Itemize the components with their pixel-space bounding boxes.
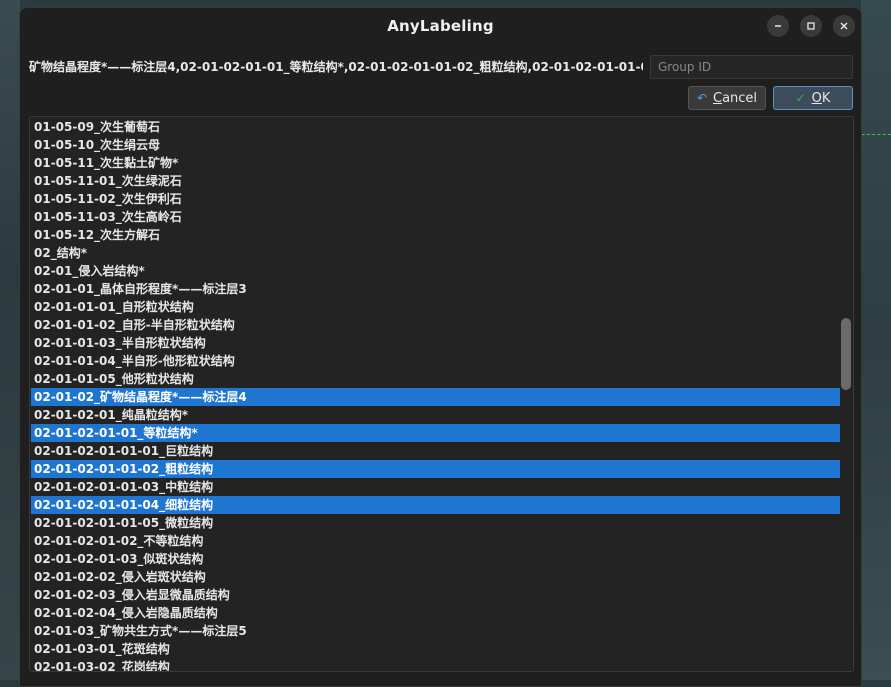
label-list-item[interactable]: 01-05-09_次生葡萄石 (31, 118, 840, 136)
close-button[interactable] (833, 15, 855, 37)
label-list-item[interactable]: 02-01-02-01-01-03_中粒结构 (31, 478, 840, 496)
label-list-items: 01-05-09_次生葡萄石 01-05-10_次生绢云母 01-05-11_次生黏… (31, 118, 840, 671)
label-list-item[interactable]: 02-01-02-01-01-02_粗粒结构 (31, 460, 840, 478)
label-list-item[interactable]: 01-05-11_次生黏土矿物* (31, 154, 840, 172)
label-list-item[interactable]: 02_结构* (31, 244, 840, 262)
undo-icon: ↶ (696, 91, 707, 105)
ok-button-label: OK (811, 90, 831, 106)
label-list-item[interactable]: 01-05-11-02_次生伊利石 (31, 190, 840, 208)
window-title: AnyLabeling (387, 17, 494, 35)
maximize-icon (807, 22, 815, 30)
label-list-item[interactable]: 02-01-01_晶体自形程度*——标注层3 (31, 280, 840, 298)
label-list-item[interactable]: 02-01-02-01-01-05_微粒结构 (31, 514, 840, 532)
label-list-item[interactable]: 02-01-03-01_花斑结构 (31, 640, 840, 658)
label-list-item[interactable]: 02-01-02-01-03_似斑状结构 (31, 550, 840, 568)
label-list-item[interactable]: 01-05-12_次生方解石 (31, 226, 840, 244)
ok-button[interactable]: ✓ OK (773, 86, 853, 110)
group-id-input[interactable]: Group ID (650, 55, 853, 79)
checkmark-icon: ✓ (795, 91, 806, 105)
background-canvas-right (861, 0, 891, 680)
cancel-button-label: Cancel (713, 90, 758, 106)
label-list-item[interactable]: 02-01_侵入岩结构* (31, 262, 840, 280)
label-list-item[interactable]: 02-01-01-05_他形粒状结构 (31, 370, 840, 388)
label-list-item[interactable]: 02-01-03-02_花岗结构 (31, 658, 840, 671)
label-list-item[interactable]: 02-01-02_矿物结晶程度*——标注层4 (31, 388, 840, 406)
label-list-item[interactable]: 02-01-02-01_纯晶粒结构* (31, 406, 840, 424)
label-dialog: AnyLabeling 矿物结晶程度*——标注层4,02-01-02-01-01… (19, 7, 862, 687)
label-list-item[interactable]: 02-01-03_矿物共生方式*——标注层5 (31, 622, 840, 640)
label-list-item[interactable]: 02-01-02-04_侵入岩隐晶质结构 (31, 604, 840, 622)
close-icon (840, 22, 848, 30)
label-list-item[interactable]: 02-01-01-01_自形粒状结构 (31, 298, 840, 316)
label-list-item[interactable]: 01-05-10_次生绢云母 (31, 136, 840, 154)
label-list-item[interactable]: 02-01-02-01-02_不等粒结构 (31, 532, 840, 550)
label-list-item[interactable]: 02-01-02-01-01-04_细粒结构 (31, 496, 840, 514)
label-list-item[interactable]: 02-01-02-01-01-01_巨粒结构 (31, 442, 840, 460)
cancel-button[interactable]: ↶ Cancel (688, 86, 766, 110)
scrollbar-thumb[interactable] (841, 318, 851, 390)
titlebar[interactable]: AnyLabeling (20, 8, 861, 44)
minimize-icon (775, 25, 781, 27)
label-list-item[interactable]: 02-01-01-02_自形-半自形粒状结构 (31, 316, 840, 334)
label-list-item[interactable]: 02-01-01-03_半自形粒状结构 (31, 334, 840, 352)
label-list-item[interactable]: 02-01-02-02_侵入岩斑状结构 (31, 568, 840, 586)
minimize-button[interactable] (767, 15, 789, 37)
maximize-button[interactable] (800, 15, 822, 37)
label-list-item[interactable]: 02-01-02-01-01_等粒结构* (31, 424, 840, 442)
label-list-item[interactable]: 01-05-11-01_次生绿泥石 (31, 172, 840, 190)
label-list-item[interactable]: 02-01-01-04_半自形-他形粒状结构 (31, 352, 840, 370)
label-list-item[interactable]: 01-05-11-03_次生高岭石 (31, 208, 840, 226)
label-input[interactable]: 矿物结晶程度*——标注层4,02-01-02-01-01_等粒结构*,02-01… (29, 56, 643, 78)
label-list-item[interactable]: 02-01-02-03_侵入岩显微晶质结构 (31, 586, 840, 604)
background-canvas-left (0, 0, 20, 680)
scrollbar[interactable] (840, 118, 852, 670)
label-list[interactable]: 01-05-09_次生葡萄石 01-05-10_次生绢云母 01-05-11_次生黏… (29, 116, 854, 672)
